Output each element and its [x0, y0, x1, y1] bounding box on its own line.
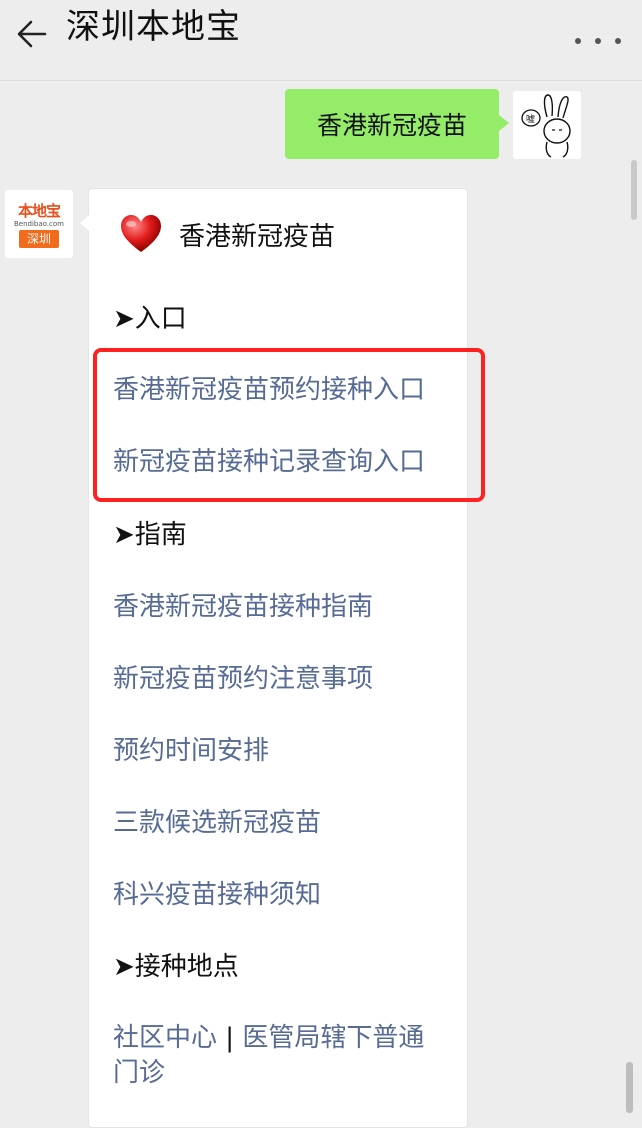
link-hk-vaccine-booking[interactable]: 香港新冠疫苗预约接种入口 — [113, 373, 425, 407]
link-sinovac-notice[interactable]: 科兴疫苗接种须知 — [113, 878, 321, 912]
more-dots-icon — [595, 38, 601, 44]
reply-title: 香港新冠疫苗 — [179, 221, 336, 252]
link-ha-clinics[interactable]: 医管局辖下普通 — [242, 1023, 424, 1053]
arrow-left-icon — [17, 20, 47, 48]
more-dots-icon — [575, 38, 581, 44]
reply-header: 香港新冠疫苗 — [119, 211, 335, 257]
chat-header: 深圳本地宝 — [0, 0, 642, 81]
link-booking-notes[interactable]: 新冠疫苗预约注意事项 — [113, 662, 373, 696]
chat-title: 深圳本地宝 — [66, 7, 241, 47]
link-three-vaccines[interactable]: 三款候选新冠疫苗 — [113, 806, 321, 840]
link-vaccine-record-query[interactable]: 新冠疫苗接种记录查询入口 — [113, 445, 425, 479]
svg-text:嘘: 嘘 — [526, 113, 535, 125]
scrollbar-thumb[interactable] — [631, 160, 637, 220]
sent-message-bubble[interactable]: 香港新冠疫苗 — [285, 89, 509, 159]
section-heading-locations: ➤接种地点 — [113, 952, 239, 982]
bot-avatar[interactable]: 本地宝 Bendibao.com 深圳 — [5, 190, 73, 258]
link-ha-clinics-cont[interactable]: 门诊 — [113, 1056, 165, 1090]
page-scrollbar-thumb[interactable] — [626, 1062, 633, 1113]
user-avatar[interactable]: 嘘 — [513, 91, 581, 159]
logo-city-badge: 深圳 — [19, 230, 59, 248]
more-dots-icon — [615, 38, 621, 44]
logo-url-text: Bendibao.com — [13, 220, 64, 228]
link-separator: | — [225, 1023, 243, 1053]
link-booking-schedule[interactable]: 预约时间安排 — [113, 734, 269, 768]
section-heading-guide: ➤指南 — [113, 520, 187, 550]
logo-text: 本地宝 — [17, 202, 61, 220]
link-hk-vaccine-guide[interactable]: 香港新冠疫苗接种指南 — [113, 590, 373, 624]
red-heart-icon — [121, 215, 161, 252]
rabbit-sticker-icon: 嘘 — [521, 94, 571, 158]
more-button[interactable] — [572, 26, 624, 56]
reply-message-bubble: 香港新冠疫苗 ➤入口 香港新冠疫苗预约接种入口 新冠疫苗接种记录查询入口 ➤指南… — [80, 188, 468, 1128]
locations-line: 社区中心 | 医管局辖下普通 — [113, 1021, 424, 1055]
back-button[interactable] — [10, 12, 54, 56]
link-community-centre[interactable]: 社区中心 — [113, 1023, 217, 1053]
section-heading-entry: ➤入口 — [113, 304, 187, 334]
